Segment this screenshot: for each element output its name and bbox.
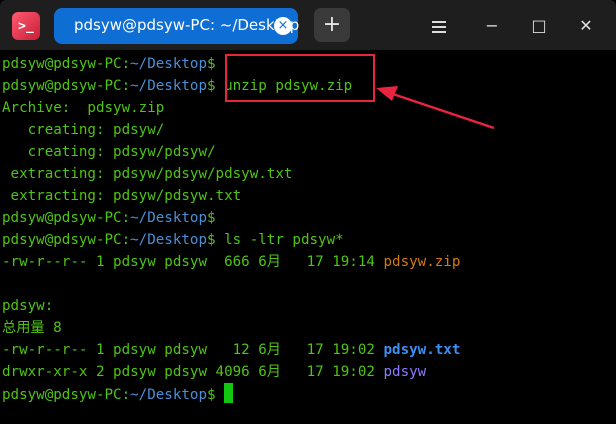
terminal-line: pdsyw@pdsyw-PC:~/Desktop$	[2, 207, 614, 229]
prompt-path: ~/Desktop	[130, 56, 208, 72]
minimize-icon[interactable]: −	[480, 14, 504, 38]
prompt-user: pdsyw@pdsyw-PC	[2, 387, 122, 403]
terminal-line: drwxr-xr-x 2 pdsyw pdsyw 4096 6月 17 19:0…	[2, 361, 614, 383]
dir-name: pdsyw	[383, 364, 427, 380]
tab-title: pdsyw@pdsyw-PC: ~/Desktop	[74, 16, 300, 34]
menu-icon[interactable]	[427, 14, 451, 38]
tab-close-icon[interactable]: ×	[274, 17, 292, 35]
prompt-user: pdsyw@pdsyw-PC	[2, 78, 122, 94]
tab-desktop[interactable]: pdsyw@pdsyw-PC: ~/Desktop ×	[54, 8, 300, 44]
prompt-path: ~/Desktop	[130, 78, 208, 94]
prompt-sep: :	[121, 56, 131, 72]
terminal-line: creating: pdsyw/pdsyw/	[2, 144, 216, 160]
ls-meta: -rw-r--r-- 1 pdsyw pdsyw 12 6月 17 19:02	[2, 342, 384, 358]
annotation-highlight-box	[225, 54, 375, 102]
prompt-path: ~/Desktop	[130, 387, 208, 403]
prompt-user: pdsyw@pdsyw-PC	[2, 56, 122, 72]
terminal-line: -rw-r--r-- 1 pdsyw pdsyw 12 6月 17 19:02 …	[2, 339, 614, 361]
prompt-end: $	[207, 78, 216, 94]
terminal-window: >_ pdsyw@pdsyw-PC: ~/Desktop × + − □ ✕ p…	[0, 0, 616, 424]
terminal-line: pdsyw:	[2, 298, 54, 314]
prompt-path: ~/Desktop	[130, 210, 208, 226]
prompt-sep: :	[121, 210, 131, 226]
ls-meta: drwxr-xr-x 2 pdsyw pdsyw 4096 6月 17 19:0…	[2, 364, 384, 380]
prompt-user: pdsyw@pdsyw-PC	[2, 210, 122, 226]
prompt-end: $	[207, 232, 216, 248]
command-ls: ls -ltr pdsyw*	[215, 232, 344, 248]
prompt-sep: :	[121, 78, 131, 94]
add-tab-button[interactable]: +	[314, 8, 350, 42]
terminal-line: extracting: pdsyw/pdsyw/pdsyw.txt	[2, 166, 293, 182]
prompt-end: $	[207, 210, 216, 226]
prompt-end: $	[207, 387, 216, 403]
close-icon[interactable]: ✕	[574, 14, 598, 38]
terminal-line: creating: pdsyw/	[2, 122, 165, 138]
maximize-icon[interactable]: □	[527, 14, 551, 38]
prompt-sep: :	[121, 232, 131, 248]
terminal-output[interactable]: pdsyw@pdsyw-PC:~/Desktop$ pdsyw@pdsyw-PC…	[2, 53, 614, 423]
title-bar: >_ pdsyw@pdsyw-PC: ~/Desktop × + − □ ✕	[0, 0, 616, 50]
terminal-line: pdsyw@pdsyw-PC:~/Desktop$	[2, 383, 614, 405]
ls-meta: -rw-r--r-- 1 pdsyw pdsyw 666 6月 17 19:14	[2, 254, 384, 270]
terminal-line: -rw-r--r-- 1 pdsyw pdsyw 666 6月 17 19:14…	[2, 251, 614, 273]
text-cursor	[224, 383, 234, 403]
file-name-txt: pdsyw.txt	[383, 342, 461, 358]
terminal-line: extracting: pdsyw/pdsyw.txt	[2, 188, 242, 204]
terminal-line: pdsyw@pdsyw-PC:~/Desktop$ ls -ltr pdsyw*	[2, 229, 614, 251]
prompt-end: $	[207, 56, 216, 72]
terminal-line: 总用量 8	[2, 320, 62, 336]
file-name-zip: pdsyw.zip	[383, 254, 461, 270]
prompt-user: pdsyw@pdsyw-PC	[2, 232, 122, 248]
prompt-path: ~/Desktop	[130, 232, 208, 248]
terminal-app-icon[interactable]: >_	[12, 12, 40, 40]
prompt-sep: :	[121, 387, 131, 403]
